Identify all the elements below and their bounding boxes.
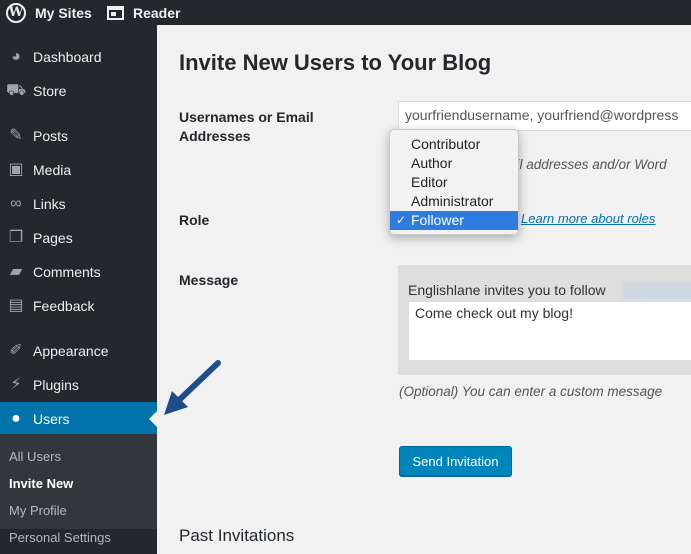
sidebar-item-label: Appearance bbox=[33, 343, 109, 359]
role-option-administrator[interactable]: Administrator bbox=[390, 192, 518, 211]
submenu-my-profile[interactable]: My Profile bbox=[9, 503, 67, 518]
message-label: Message bbox=[179, 272, 239, 288]
sidebar-item-pages[interactable]: ❐ Pages bbox=[0, 221, 157, 255]
media-icon: ▣ bbox=[8, 161, 24, 178]
cart-icon: ⛟ bbox=[6, 82, 27, 99]
usernames-label: Usernames or Email Addresses bbox=[179, 109, 314, 144]
learn-more-roles-link[interactable]: Learn more about roles bbox=[521, 211, 655, 226]
submenu-all-users[interactable]: All Users bbox=[9, 449, 61, 464]
past-invitations-heading: Past Invitations bbox=[179, 526, 295, 545]
option-label: Contributor bbox=[411, 136, 481, 152]
sidebar-item-users[interactable]: ● Users bbox=[0, 402, 157, 436]
brush-icon: ✐ bbox=[9, 342, 23, 359]
role-option-author[interactable]: Author bbox=[390, 154, 518, 173]
send-invitation-button[interactable]: Send Invitation bbox=[399, 446, 512, 476]
sidebar-item-label: Comments bbox=[33, 264, 101, 280]
pages-icon: ❐ bbox=[8, 229, 24, 246]
plugin-icon: ⚡ bbox=[10, 376, 22, 393]
annotation-arrow-icon bbox=[164, 360, 221, 415]
sidebar-item-links[interactable]: ∞ Links bbox=[0, 187, 157, 221]
role-dropdown[interactable]: Contributor Author Editor Administrator … bbox=[389, 129, 519, 235]
message-intro-text: Englishlane invites you to follow bbox=[408, 282, 606, 298]
sidebar-item-label: Feedback bbox=[33, 298, 95, 314]
sidebar-item-label: Store bbox=[33, 83, 67, 99]
sidebar-item-feedback[interactable]: ▤ Feedback bbox=[0, 289, 157, 323]
user-icon: ● bbox=[11, 410, 21, 427]
my-sites-link[interactable]: W My Sites bbox=[6, 0, 92, 25]
sidebar-item-store[interactable]: ⛟ Store bbox=[0, 74, 157, 108]
comment-icon: ▰ bbox=[9, 263, 23, 280]
option-label: Administrator bbox=[411, 193, 494, 209]
redacted-blog-name bbox=[623, 282, 691, 299]
option-label: Editor bbox=[411, 174, 448, 190]
sidebar-item-label: Users bbox=[33, 411, 70, 427]
role-option-follower[interactable]: ✓ Follower bbox=[390, 211, 518, 230]
sidebar-item-comments[interactable]: ▰ Comments bbox=[0, 255, 157, 289]
sidebar-item-media[interactable]: ▣ Media bbox=[0, 153, 157, 187]
reader-icon bbox=[107, 5, 124, 20]
role-option-editor[interactable]: Editor bbox=[390, 173, 518, 192]
page-title: Invite New Users to Your Blog bbox=[179, 50, 492, 75]
message-textarea[interactable]: Come check out my blog! bbox=[408, 301, 691, 361]
sidebar-item-label: Pages bbox=[33, 230, 73, 246]
sidebar-item-posts[interactable]: ✎ Posts bbox=[0, 119, 157, 153]
checkmark-icon: ✓ bbox=[396, 213, 407, 227]
sidebar-item-label: Media bbox=[33, 162, 72, 178]
sidebar-item-appearance[interactable]: ✐ Appearance bbox=[0, 334, 157, 368]
role-option-contributor[interactable]: Contributor bbox=[390, 135, 518, 154]
feedback-icon: ▤ bbox=[8, 297, 24, 314]
sidebar-item-label: Links bbox=[33, 196, 66, 212]
sidebar-item-dashboard[interactable]: ◕ Dashboard bbox=[0, 40, 157, 74]
submenu-personal-settings[interactable]: Personal Settings bbox=[9, 530, 111, 545]
link-icon: ∞ bbox=[10, 195, 22, 212]
admin-bar: W My Sites Reader bbox=[0, 0, 691, 25]
dashboard-icon: ◕ bbox=[11, 48, 21, 65]
message-description: (Optional) You can enter a custom messag… bbox=[399, 384, 663, 399]
option-label: Follower bbox=[411, 212, 464, 228]
users-submenu: All Users Invite New My Profile Personal… bbox=[0, 434, 157, 545]
usernames-description: ail addresses and/or Word bbox=[509, 157, 667, 172]
main-content: Invite New Users to Your Blog Usernames … bbox=[157, 25, 691, 554]
message-box: Englishlane invites you to follow Come c… bbox=[398, 265, 691, 375]
reader-label: Reader bbox=[133, 4, 181, 21]
option-label: Author bbox=[411, 155, 453, 171]
sidebar-item-label: Posts bbox=[33, 128, 69, 144]
pushpin-icon: ✎ bbox=[9, 127, 23, 144]
submenu-invite-new[interactable]: Invite New bbox=[9, 476, 73, 491]
wordpress-logo-icon: W bbox=[6, 2, 26, 23]
sidebar-item-label: Plugins bbox=[33, 377, 79, 393]
role-label: Role bbox=[179, 212, 210, 228]
reader-link[interactable]: Reader bbox=[107, 0, 180, 25]
sidebar-item-label: Dashboard bbox=[33, 49, 102, 65]
usernames-input[interactable]: yourfriendusername, yourfriend@wordpress bbox=[398, 101, 691, 131]
my-sites-label: My Sites bbox=[35, 4, 92, 21]
sidebar-item-plugins[interactable]: ⚡ Plugins bbox=[0, 368, 157, 402]
admin-sidebar: ◕ Dashboard ⛟ Store ✎ Posts ▣ Media ∞ Li… bbox=[0, 25, 157, 554]
